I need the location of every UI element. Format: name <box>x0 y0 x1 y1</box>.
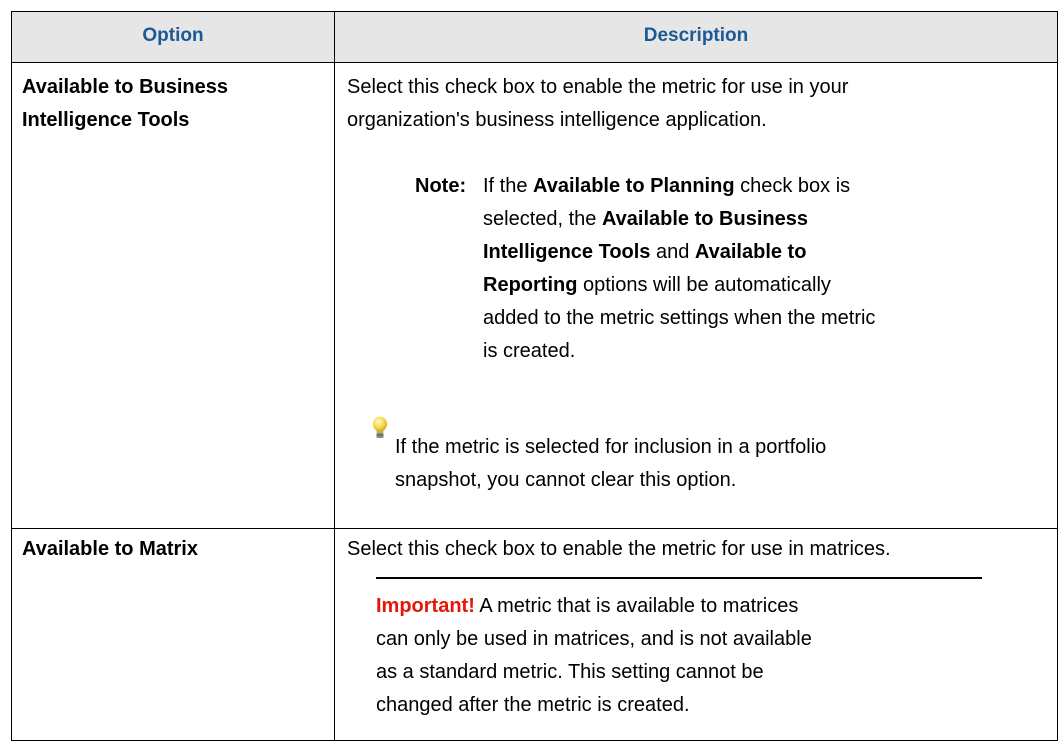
note-line: added to the metric settings when the me… <box>483 307 876 329</box>
note-text: If the Available to Planning check box i… <box>483 170 875 368</box>
option-description: Select this check box to enable the metr… <box>347 71 848 137</box>
note-line: If the Available to Planning check box i… <box>483 175 851 197</box>
tip-line: snapshot, you cannot clear this option. <box>395 469 737 491</box>
description-line: organization's business intelligence app… <box>347 109 767 131</box>
description-line: Select this check box to enable the metr… <box>347 76 849 98</box>
important-line: can only be used in matrices, and is not… <box>376 628 812 650</box>
note-line: Reporting options will be automatically <box>483 274 831 296</box>
option-name-line: Intelligence Tools <box>22 109 190 131</box>
lightbulb-icon <box>373 416 387 438</box>
header-option: Option <box>142 25 204 46</box>
option-name: Available to Business Intelligence Tools <box>22 71 228 137</box>
important-line: as a standard metric. This setting canno… <box>376 661 764 683</box>
note-label: Note: <box>415 175 467 197</box>
options-table: Option Description Available to Business… <box>11 11 1058 741</box>
header-divider <box>12 62 1057 63</box>
column-divider <box>334 12 335 740</box>
tip-line: If the metric is selected for inclusion … <box>395 436 827 458</box>
important-text: Important! A metric that is available to… <box>376 590 812 722</box>
note-line: selected, the Available to Business <box>483 208 808 230</box>
tip-text: If the metric is selected for inclusion … <box>395 431 826 497</box>
option-name: Available to Matrix <box>22 538 198 560</box>
row-divider <box>12 528 1057 529</box>
note-line: is created. <box>483 340 576 362</box>
note-line: Intelligence Tools and Available to <box>483 241 807 263</box>
important-label: Important! <box>376 595 475 617</box>
important-divider <box>376 577 982 579</box>
header-description: Description <box>643 25 749 46</box>
option-description: Select this check box to enable the metr… <box>347 538 891 560</box>
option-name-line: Available to Business <box>22 76 228 98</box>
important-line: Important! A metric that is available to… <box>376 595 799 617</box>
important-line: changed after the metric is created. <box>376 694 690 716</box>
